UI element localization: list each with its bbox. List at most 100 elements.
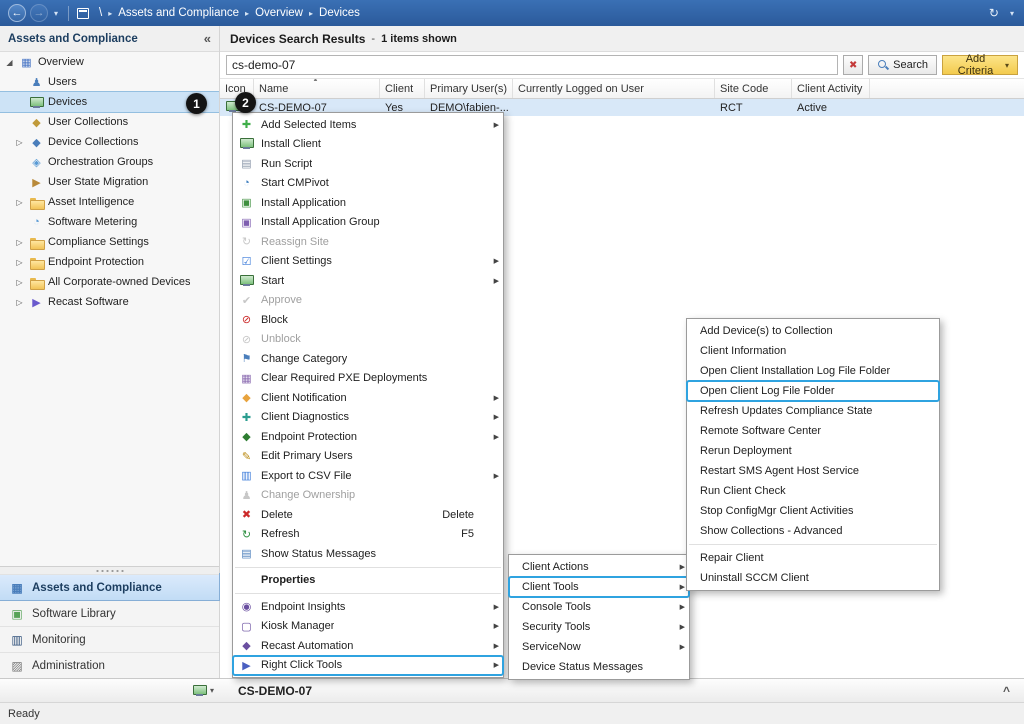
menu-item[interactable]: ✎ Edit Primary Users	[233, 447, 503, 467]
menu-item[interactable]: Run Client Check	[687, 481, 939, 501]
menu-item[interactable]: Security Tools	[509, 617, 689, 637]
menu-item[interactable]: ▣ Install Application	[233, 193, 503, 213]
tree-item[interactable]: Compliance Settings	[0, 232, 219, 252]
clear-search-button[interactable]: ✖	[843, 55, 863, 75]
column-header[interactable]: Primary User(s)	[425, 79, 513, 98]
menu-item[interactable]: Client Information	[687, 341, 939, 361]
menu-item[interactable]: Refresh Updates Compliance State	[687, 401, 939, 421]
menu-item[interactable]: ♟ Change Ownership	[233, 486, 503, 506]
menu-item-label: Right Click Tools	[261, 659, 342, 671]
tree-item[interactable]: Endpoint Protection	[0, 252, 219, 272]
tree-item[interactable]: Asset Intelligence	[0, 192, 219, 212]
menu-item[interactable]: Open Client Log File Folder	[687, 381, 939, 401]
column-header[interactable]: Name	[254, 79, 380, 98]
tree-item[interactable]: ◈ Orchestration Groups	[0, 152, 219, 172]
search-input[interactable]	[226, 55, 838, 75]
menu-item[interactable]: Start	[233, 271, 503, 291]
menu-item[interactable]: ServiceNow	[509, 637, 689, 657]
device-selector[interactable]: ▾	[192, 684, 214, 697]
menu-item[interactable]: Console Tools	[509, 597, 689, 617]
refresh-icon[interactable]: ↻	[989, 6, 999, 20]
tree-item[interactable]: ◆ Device Collections	[0, 132, 219, 152]
menu-item[interactable]: ✔ Approve	[233, 291, 503, 311]
menu-item-label: Console Tools	[522, 601, 591, 613]
menu-item[interactable]: Client Actions	[509, 557, 689, 577]
menu-item[interactable]: ▤ Show Status Messages	[233, 544, 503, 564]
expander-icon[interactable]	[14, 278, 25, 287]
nav-splitter[interactable]	[0, 566, 219, 574]
workspace-nav-item[interactable]: ▥ Monitoring	[0, 626, 219, 652]
menu-item[interactable]: Client Tools	[509, 577, 689, 597]
tree-item[interactable]: ♟ Users	[0, 72, 219, 92]
menu-item[interactable]: Restart SMS Agent Host Service	[687, 461, 939, 481]
menu-item-label: Client Settings	[261, 255, 332, 267]
menu-item[interactable]: Install Client	[233, 135, 503, 155]
menu-item[interactable]: ▦ Clear Required PXE Deployments	[233, 369, 503, 389]
menu-item[interactable]: Repair Client	[687, 548, 939, 568]
menu-item[interactable]: ☑ Client Settings	[233, 252, 503, 272]
menu-item[interactable]: ⚑ Change Category	[233, 349, 503, 369]
menu-item[interactable]: Remote Software Center	[687, 421, 939, 441]
menu-item[interactable]: Properties	[233, 571, 503, 591]
breadcrumb-item[interactable]: Devices	[317, 7, 362, 19]
menu-item[interactable]: ◉ Endpoint Insights	[233, 597, 503, 617]
menu-item[interactable]: Device Status Messages	[509, 657, 689, 677]
menu-item[interactable]: ✖ Delete Delete	[233, 505, 503, 525]
menu-item[interactable]: ◆ Recast Automation	[233, 636, 503, 656]
column-header[interactable]: Site Code	[715, 79, 792, 98]
tree-item[interactable]: ◆ User Collections	[0, 112, 219, 132]
history-dropdown-icon[interactable]: ▾	[52, 9, 60, 18]
menu-item[interactable]: ▥ Export to CSV File	[233, 466, 503, 486]
menu-item[interactable]: Rerun Deployment	[687, 441, 939, 461]
menu-item[interactable]: ⊘ Block	[233, 310, 503, 330]
add-criteria-button[interactable]: Add Criteria ▾	[942, 55, 1018, 75]
workspace-nav-item[interactable]: ▣ Software Library	[0, 600, 219, 626]
submenu-arrow-icon	[675, 583, 685, 591]
column-header[interactable]: Client	[380, 79, 425, 98]
collapse-sidebar-icon[interactable]: «	[204, 31, 211, 46]
menu-item[interactable]: ✚ Client Diagnostics	[233, 408, 503, 428]
menu-item[interactable]: ◆ Client Notification	[233, 388, 503, 408]
expander-icon[interactable]	[14, 258, 25, 267]
tree-item[interactable]: ▦ Overview	[0, 52, 219, 72]
expander-icon[interactable]	[4, 58, 15, 67]
expander-icon[interactable]	[14, 198, 25, 207]
menu-item[interactable]: Show Collections - Advanced	[687, 521, 939, 541]
search-button[interactable]: Search	[868, 55, 937, 75]
forward-button[interactable]: →	[30, 4, 48, 22]
breadcrumb-item[interactable]: Overview	[253, 7, 305, 19]
back-button[interactable]: ←	[8, 4, 26, 22]
workspace-nav-item[interactable]: ▦ Assets and Compliance	[0, 574, 219, 600]
menu-item[interactable]: ⊘ Unblock	[233, 330, 503, 350]
workspace-nav-item[interactable]: ▨ Administration	[0, 652, 219, 678]
expander-icon[interactable]	[14, 138, 25, 147]
expander-icon[interactable]	[14, 298, 25, 307]
menu-item[interactable]: ◆ Endpoint Protection	[233, 427, 503, 447]
collapse-preview-icon[interactable]: ^	[1003, 684, 1010, 698]
menu-item[interactable]: ◔ Start CMPivot	[233, 174, 503, 194]
column-header[interactable]: Currently Logged on User	[513, 79, 715, 98]
tree-item[interactable]: ◔ Software Metering	[0, 212, 219, 232]
tree-item[interactable]: ▶ User State Migration	[0, 172, 219, 192]
breadcrumb-root[interactable]: \	[97, 7, 104, 19]
column-header[interactable]: Client Activity	[792, 79, 870, 98]
menu-item[interactable]: Add Device(s) to Collection	[687, 321, 939, 341]
menu-item[interactable]: ↻ Reassign Site	[233, 232, 503, 252]
tree-item[interactable]: ▶ Recast Software	[0, 292, 219, 312]
menu-item[interactable]: ▶ Right Click Tools	[233, 656, 503, 676]
back-arrow-icon: ←	[12, 7, 23, 19]
menu-item[interactable]: Open Client Installation Log File Folder	[687, 361, 939, 381]
menu-item-label: Approve	[261, 294, 302, 306]
chevron-down-icon[interactable]: ▾	[1008, 9, 1016, 18]
menu-item[interactable]: Stop ConfigMgr Client Activities	[687, 501, 939, 521]
expander-icon[interactable]	[14, 238, 25, 247]
menu-item[interactable]: ▢ Kiosk Manager	[233, 617, 503, 637]
menu-item[interactable]: ✚ Add Selected Items	[233, 115, 503, 135]
breadcrumb-item[interactable]: Assets and Compliance	[116, 7, 241, 19]
menu-item[interactable]: ▤ Run Script	[233, 154, 503, 174]
menu-item[interactable]: Uninstall SCCM Client	[687, 568, 939, 588]
menu-item[interactable]: ▣ Install Application Group	[233, 213, 503, 233]
tree-item[interactable]: All Corporate-owned Devices	[0, 272, 219, 292]
menu-item-label: Install Application	[261, 197, 346, 209]
menu-item[interactable]: ↻ Refresh F5	[233, 525, 503, 545]
